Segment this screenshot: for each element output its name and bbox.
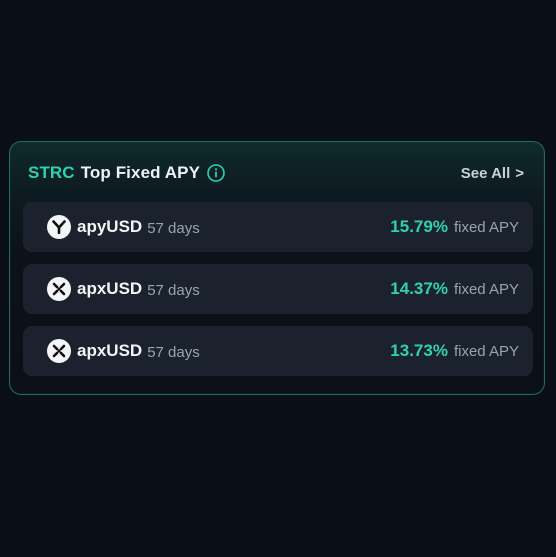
info-icon[interactable] (207, 164, 225, 182)
duration: 57 days (147, 343, 200, 361)
apy-label: fixed APY (453, 281, 519, 298)
apy-value: 15.79% (390, 217, 448, 236)
title-text: Top Fixed APY (80, 163, 201, 182)
apy-label: fixed APY (453, 343, 519, 360)
apy-row-apxusd[interactable]: apxUSD 57 days 13.73% fixed APY (23, 326, 533, 376)
title-ticker: STRC (28, 163, 75, 182)
chevron-right-icon: > (515, 164, 524, 182)
card-title: STRC Top Fixed APY (28, 163, 225, 183)
see-all-label: See All (460, 164, 511, 182)
token-name: apxUSD (77, 341, 143, 360)
apy-row-apyusd[interactable]: apyUSD 57 days 15.79% fixed APY (23, 202, 533, 252)
top-fixed-apy-card: STRC Top Fixed APY See All > apyUSD 57 d… (9, 141, 545, 395)
card-header: STRC Top Fixed APY See All > (28, 161, 524, 185)
apy-row-apxusd[interactable]: apxUSD 57 days 14.37% fixed APY (23, 264, 533, 314)
apy-label: fixed APY (453, 219, 519, 236)
y-logo-icon (47, 215, 71, 239)
duration: 57 days (147, 219, 200, 237)
token-name: apxUSD (77, 279, 143, 298)
token-name: apyUSD (77, 217, 143, 236)
see-all-link[interactable]: See All > (461, 165, 524, 182)
apy-list: apyUSD 57 days 15.79% fixed APY apxUSD 5… (23, 202, 533, 388)
duration: 57 days (147, 281, 200, 299)
x-logo-icon (47, 277, 71, 301)
apy-value: 13.73% (390, 341, 448, 360)
apy-group: 13.73% fixed APY (390, 341, 519, 361)
apy-value: 14.37% (390, 279, 448, 298)
x-logo-icon (47, 339, 71, 363)
apy-group: 14.37% fixed APY (390, 279, 519, 299)
apy-group: 15.79% fixed APY (390, 217, 519, 237)
